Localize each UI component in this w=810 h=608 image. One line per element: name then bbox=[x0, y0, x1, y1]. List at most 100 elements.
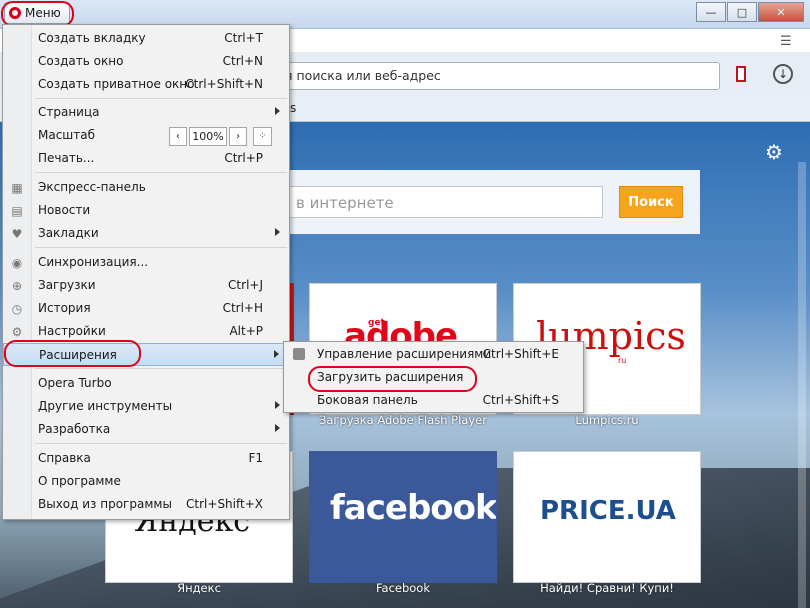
tabs-menu-icon[interactable]: ☰ bbox=[780, 34, 800, 49]
user-icon: ◉ bbox=[11, 256, 23, 270]
clock-icon: ◷ bbox=[11, 302, 23, 316]
tile-caption-facebook: Facebook bbox=[375, 581, 431, 595]
submenu-item-shortcut: Ctrl+Shift+S bbox=[482, 393, 559, 407]
address-placeholder: я поиска или веб-адрес bbox=[285, 68, 441, 83]
menu-item-label: Расширения bbox=[39, 348, 117, 362]
submenu-item-sidebar[interactable]: Боковая панель Ctrl+Shift+S bbox=[284, 389, 583, 412]
menu-item-shortcut: Ctrl+J bbox=[228, 278, 263, 292]
menu-item-speed-dial[interactable]: ▦ Экспресс-панель bbox=[3, 176, 289, 199]
menu-item-label: Новости bbox=[38, 203, 91, 217]
tile-caption-lumpics: Lumpics.ru bbox=[575, 413, 639, 427]
minimize-icon[interactable]: — bbox=[696, 2, 726, 22]
menu-item-new-tab[interactable]: Создать вкладку Ctrl+T bbox=[3, 27, 289, 50]
menu-separator bbox=[35, 98, 287, 99]
menu-item-extensions[interactable]: Расширения bbox=[3, 343, 289, 366]
menu-item-label: Масштаб bbox=[38, 128, 96, 142]
menu-item-label: Загрузки bbox=[38, 278, 96, 292]
download-icon[interactable]: ↓ bbox=[773, 64, 793, 84]
menu-item-shortcut: Alt+P bbox=[229, 324, 263, 338]
menu-item-label: Экспресс-панель bbox=[38, 180, 146, 194]
tile-caption-yandex: Яндекс bbox=[177, 581, 221, 595]
menu-item-shortcut: F1 bbox=[248, 451, 263, 465]
submenu-arrow-icon bbox=[275, 424, 280, 432]
menu-item-label: Opera Turbo bbox=[38, 376, 112, 390]
scrollbar[interactable] bbox=[798, 162, 806, 608]
extensions-submenu: Управление расширениями Ctrl+Shift+E Заг… bbox=[283, 341, 584, 413]
news-icon: ▤ bbox=[11, 204, 23, 218]
bookmark-page-icon[interactable] bbox=[736, 66, 746, 82]
address-bar[interactable]: я поиска или веб-адрес bbox=[232, 62, 720, 90]
window-controls: — □ ✕ bbox=[695, 2, 804, 22]
download-circle-icon: ⊕ bbox=[11, 279, 23, 293]
submenu-item-manage-extensions[interactable]: Управление расширениями Ctrl+Shift+E bbox=[284, 343, 583, 366]
zoom-value: 100% bbox=[189, 127, 227, 146]
menu-item-bookmarks[interactable]: ♥ Закладки bbox=[3, 222, 289, 245]
menu-item-about[interactable]: О программе bbox=[3, 470, 289, 493]
menu-separator bbox=[35, 368, 287, 369]
opera-main-menu: Создать вкладку Ctrl+T Создать окно Ctrl… bbox=[2, 24, 290, 520]
speed-dial-settings-icon[interactable]: ⚙ bbox=[765, 140, 783, 164]
menu-item-settings[interactable]: ⚙ Настройки Alt+P bbox=[3, 320, 289, 343]
menu-separator bbox=[35, 443, 287, 444]
menu-item-shortcut: Ctrl+Shift+X bbox=[186, 497, 263, 511]
submenu-arrow-icon bbox=[275, 228, 280, 236]
menu-item-label: Создать приватное окно bbox=[38, 77, 195, 91]
close-icon[interactable]: ✕ bbox=[758, 2, 804, 22]
menu-item-shortcut: Ctrl+Shift+N bbox=[185, 77, 263, 91]
menu-item-label: Выход из программы bbox=[38, 497, 172, 511]
menu-item-opera-turbo[interactable]: Opera Turbo bbox=[3, 372, 289, 395]
submenu-item-label: Боковая панель bbox=[317, 393, 418, 407]
gear-icon: ⚙ bbox=[11, 325, 23, 339]
submenu-item-get-extensions[interactable]: Загрузить расширения bbox=[284, 366, 583, 389]
maximize-icon[interactable]: □ bbox=[727, 2, 757, 22]
opera-menu-label: Меню bbox=[25, 6, 61, 20]
heart-icon: ♥ bbox=[11, 227, 23, 241]
submenu-item-shortcut: Ctrl+Shift+E bbox=[482, 347, 559, 361]
menu-item-exit[interactable]: Выход из программы Ctrl+Shift+X bbox=[3, 493, 289, 516]
speed-dial-grid-icon: ▦ bbox=[11, 181, 23, 195]
menu-item-developer[interactable]: Разработка bbox=[3, 418, 289, 441]
speed-dial-tile-facebook[interactable]: facebook bbox=[309, 451, 497, 583]
submenu-arrow-icon bbox=[274, 350, 279, 358]
menu-item-help[interactable]: Справка F1 bbox=[3, 447, 289, 470]
menu-item-other-tools[interactable]: Другие инструменты bbox=[3, 395, 289, 418]
submenu-item-label: Загрузить расширения bbox=[317, 370, 464, 384]
menu-item-label: Синхронизация... bbox=[38, 255, 149, 269]
menu-item-shortcut: Ctrl+H bbox=[222, 301, 263, 315]
menu-item-label: Другие инструменты bbox=[38, 399, 173, 413]
zoom-in-icon[interactable]: › bbox=[229, 127, 247, 146]
menu-item-downloads[interactable]: ⊕ Загрузки Ctrl+J bbox=[3, 274, 289, 297]
submenu-arrow-icon bbox=[275, 107, 280, 115]
zoom-controls: ‹ 100% › bbox=[169, 127, 249, 146]
opera-logo-icon bbox=[9, 7, 21, 19]
menu-item-label: Закладки bbox=[38, 226, 99, 240]
menu-item-page[interactable]: Страница bbox=[3, 101, 289, 124]
menu-item-label: Страница bbox=[38, 105, 100, 119]
puzzle-piece-icon bbox=[293, 348, 305, 360]
speed-dial-search-button[interactable]: Поиск bbox=[619, 186, 683, 218]
menu-item-new-private-window[interactable]: Создать приватное окно Ctrl+Shift+N bbox=[3, 73, 289, 96]
menu-item-label: О программе bbox=[38, 474, 121, 488]
menu-item-label: Создать вкладку bbox=[38, 31, 146, 45]
tile-caption-adobe: Загрузка Adobe Flash Player bbox=[319, 413, 487, 427]
menu-item-sync[interactable]: ◉ Синхронизация... bbox=[3, 251, 289, 274]
priceua-logo-text: PRICE.UA bbox=[540, 496, 676, 526]
zoom-out-icon[interactable]: ‹ bbox=[169, 127, 187, 146]
menu-separator bbox=[35, 172, 287, 173]
menu-item-history[interactable]: ◷ История Ctrl+H bbox=[3, 297, 289, 320]
speed-dial-tile-priceua[interactable]: PRICE.UA bbox=[513, 451, 701, 583]
menu-item-label: Создать окно bbox=[38, 54, 124, 68]
menu-item-shortcut: Ctrl+T bbox=[224, 31, 263, 45]
lumpics-ru-text: ru bbox=[618, 356, 627, 365]
speed-dial-search-input[interactable]: в интернете bbox=[283, 186, 603, 218]
menu-item-news[interactable]: ▤ Новости bbox=[3, 199, 289, 222]
opera-menu-button[interactable]: Меню bbox=[4, 2, 70, 24]
menu-item-new-window[interactable]: Создать окно Ctrl+N bbox=[3, 50, 289, 73]
facebook-logo-text: facebook bbox=[330, 488, 497, 528]
tile-caption-priceua: Найди! Сравни! Купи! bbox=[540, 581, 674, 595]
menu-item-label: Печать... bbox=[38, 151, 95, 165]
zoom-fit-icon[interactable]: ⁘ bbox=[253, 127, 272, 146]
speed-dial-search-placeholder: в интернете bbox=[296, 194, 394, 212]
menu-item-label: Настройки bbox=[38, 324, 106, 338]
menu-item-print[interactable]: Печать... Ctrl+P bbox=[3, 147, 289, 170]
